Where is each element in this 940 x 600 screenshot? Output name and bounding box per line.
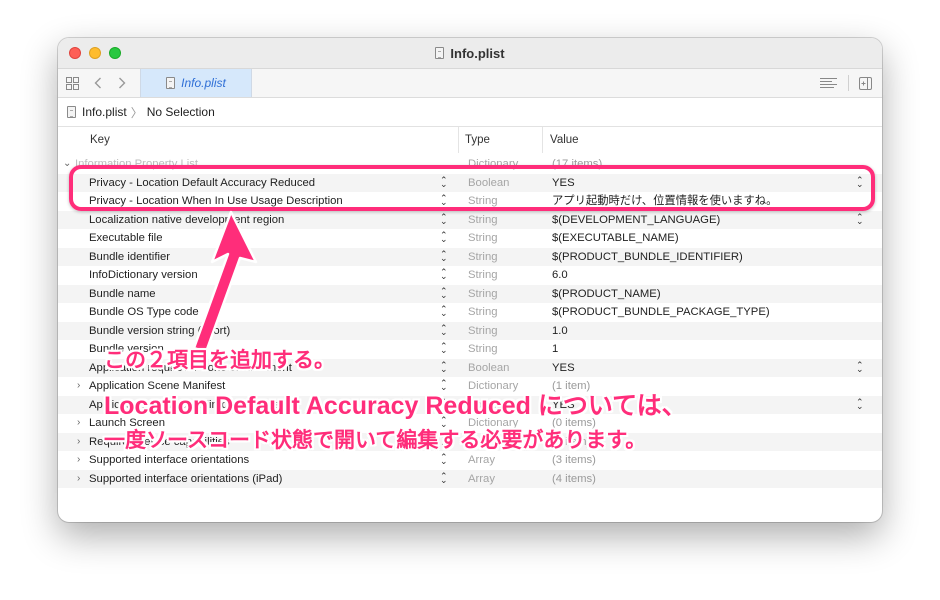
chevron-right-icon[interactable] [114,69,130,97]
grid-icon[interactable] [63,69,81,97]
plist-row[interactable]: Executable file ⌃ ⌄ String $(EXECUTABLE_NAME… [58,229,882,248]
add-editor-icon[interactable] [856,69,874,97]
annotation-line-2: Location Default Accuracy Reduced については、 [104,392,687,420]
type-stepper-icon[interactable]: ⌃ ⌄ [440,231,447,245]
plist-file-icon [435,47,445,59]
type-stepper-icon[interactable]: ⌃ ⌄ [440,286,447,301]
type-stepper-icon[interactable]: ⌃ ⌄ [440,249,447,264]
row-type[interactable]: String [468,266,498,285]
plist-row[interactable]: Localization native development region ⌃ ⌄… [58,210,882,230]
row-value[interactable]: 1 [552,340,558,359]
row-type[interactable]: Boolean [468,359,509,378]
plist-row[interactable]: Bundle identifier ⌃ ⌄ String $(PRODUCT_BUNDL… [58,247,882,267]
row-value[interactable]: $(PRODUCT_BUNDLE_PACKAGE_TYPE) [552,303,770,322]
column-type-header[interactable]: Type [465,134,490,146]
row-type[interactable]: String [468,303,498,322]
value-stepper-icon[interactable]: ⌃ ⌄ [856,360,863,375]
jump-bar: Info.plist 〉 No Selection [58,98,882,127]
window-title-group: Info.plist [58,38,882,68]
disclosure-closed-icon[interactable]: › [77,377,80,396]
column-header: Key Type Value [58,127,882,153]
disclosure-closed-icon[interactable]: › [77,433,80,452]
plist-row[interactable]: Bundle OS Type code ⌃ ⌄ String $(PRODUCT_BUN… [58,303,882,322]
column-value-header[interactable]: Value [550,134,579,146]
title-bar: Info.plist [58,38,882,69]
chevron-left-icon[interactable] [90,69,106,97]
row-value[interactable]: $(PRODUCT_BUNDLE_IDENTIFIER) [552,248,743,267]
row-key[interactable]: Bundle identifier [89,248,170,267]
disclosure-closed-icon[interactable]: › [77,470,80,489]
plist-row[interactable]: Bundle version string (short) ⌃ ⌄ String 1.0 [58,321,882,341]
type-stepper-icon[interactable]: ⌃ ⌄ [440,342,447,356]
row-value[interactable]: $(DEVELOPMENT_LANGUAGE) [552,211,720,230]
type-stepper-icon[interactable]: ⌃ ⌄ [440,323,447,338]
column-divider [458,127,459,153]
type-stepper-icon[interactable]: ⌃ ⌄ [440,471,447,486]
jumpbar-file[interactable]: Info.plist [82,105,127,119]
toolbar-divider [848,75,849,91]
disclosure-closed-icon[interactable]: › [77,414,80,433]
plist-tab-icon [166,77,176,89]
row-value[interactable]: 1.0 [552,322,568,341]
type-stepper-icon[interactable]: ⌃ ⌄ [440,453,447,467]
row-type[interactable]: String [468,248,498,267]
value-stepper-icon[interactable]: ⌃ ⌄ [856,212,863,227]
annotation-line-1: この２項目を追加する。 [104,349,335,372]
jumpbar-file-icon [67,106,76,118]
row-key[interactable]: Bundle OS Type code [89,303,199,322]
tab-info-plist[interactable]: Info.plist [140,69,252,97]
jumpbar-selection[interactable]: No Selection [147,105,215,119]
plist-row[interactable]: InfoDictionary version ⌃ ⌄ String 6.0 [58,266,882,285]
plist-row[interactable]: › Supported interface orientations (iPad)… [58,469,882,489]
row-key[interactable]: Localization native development region [89,211,284,230]
chevron-right-icon: 〉 [130,105,143,120]
type-stepper-icon[interactable]: ⌃ ⌄ [440,268,447,282]
lines-icon[interactable] [818,69,838,97]
row-key[interactable]: Bundle name [89,285,156,304]
row-type[interactable]: String [468,229,498,248]
disclosure-closed-icon[interactable]: › [77,451,80,470]
column-key-header[interactable]: Key [90,134,110,146]
row-key[interactable]: Bundle version string (short) [89,322,230,341]
value-stepper-icon[interactable]: ⌃ ⌄ [856,397,863,412]
row-type[interactable]: Array [468,470,495,489]
row-type[interactable]: String [468,285,498,304]
column-divider [542,127,543,153]
window-title: Info.plist [450,45,505,61]
row-key[interactable]: Supported interface orientations (iPad) [89,470,282,489]
tab-label: Info.plist [181,76,226,90]
row-value[interactable]: 6.0 [552,266,568,285]
editor-toolbar: Info.plist [58,69,882,98]
type-stepper-icon[interactable]: ⌃ ⌄ [440,305,447,319]
row-value[interactable]: YES [552,359,575,378]
row-type[interactable]: String [468,322,498,341]
row-value[interactable]: (4 items) [552,470,596,489]
row-type[interactable]: String [468,340,498,359]
row-value[interactable]: $(PRODUCT_NAME) [552,285,661,304]
row-key[interactable]: InfoDictionary version [89,266,198,285]
highlight-frame [69,165,875,211]
plist-row[interactable]: Bundle name ⌃ ⌄ String $(PRODUCT_NAME) [58,284,882,304]
annotation-line-3: 一度ソースコード状態で開いて編集する必要があります。 [104,429,647,452]
row-key[interactable]: Executable file [89,229,162,248]
row-value[interactable]: $(EXECUTABLE_NAME) [552,229,679,248]
type-stepper-icon[interactable]: ⌃ ⌄ [440,212,447,227]
row-type[interactable]: String [468,211,498,230]
type-stepper-icon[interactable]: ⌃ ⌄ [440,360,447,375]
